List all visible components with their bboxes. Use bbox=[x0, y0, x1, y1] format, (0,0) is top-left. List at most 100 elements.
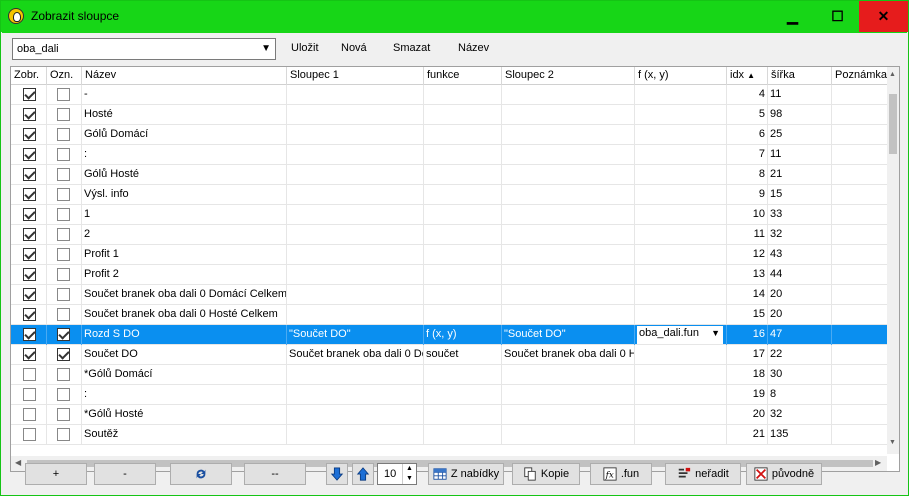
cell-idx[interactable]: 10 bbox=[727, 205, 768, 225]
cell-fxy[interactable] bbox=[635, 285, 727, 305]
cell-sirka[interactable]: 98 bbox=[768, 105, 832, 125]
cell-fxy[interactable] bbox=[635, 425, 727, 445]
delete-button[interactable]: Smazat bbox=[393, 42, 430, 54]
zobr-checkbox[interactable] bbox=[23, 268, 36, 281]
cell-idx[interactable]: 17 bbox=[727, 345, 768, 365]
cell-fn[interactable] bbox=[424, 265, 502, 285]
cell-fn[interactable] bbox=[424, 405, 502, 425]
cell-s1[interactable]: "Součet DO" bbox=[287, 325, 424, 345]
ozn-checkbox[interactable] bbox=[57, 428, 70, 441]
zobr-checkbox[interactable] bbox=[23, 428, 36, 441]
zobr-checkbox[interactable] bbox=[23, 148, 36, 161]
cell-nazev[interactable]: - bbox=[82, 85, 287, 105]
table-row[interactable]: 1 10 33 bbox=[11, 205, 899, 225]
cell-fn[interactable]: součet bbox=[424, 345, 502, 365]
cell-s2[interactable] bbox=[502, 185, 635, 205]
cell-s1[interactable] bbox=[287, 225, 424, 245]
table-row[interactable]: Soutěž 21 135 bbox=[11, 425, 899, 445]
cell-fn[interactable] bbox=[424, 185, 502, 205]
cell-sirka[interactable]: 44 bbox=[768, 265, 832, 285]
cell-idx[interactable]: 7 bbox=[727, 145, 768, 165]
zobr-checkbox[interactable] bbox=[23, 308, 36, 321]
cell-sirka[interactable]: 11 bbox=[768, 145, 832, 165]
cell-poz[interactable] bbox=[832, 165, 892, 185]
ozn-checkbox[interactable] bbox=[57, 248, 70, 261]
from-menu-button[interactable]: Z nabídky bbox=[428, 463, 504, 485]
cell-s2[interactable] bbox=[502, 245, 635, 265]
zobr-checkbox[interactable] bbox=[23, 408, 36, 421]
header-sloupec2[interactable]: Sloupec 2 bbox=[502, 67, 635, 85]
cell-s2[interactable] bbox=[502, 385, 635, 405]
header-nazev[interactable]: Název bbox=[82, 67, 287, 85]
zobr-checkbox[interactable] bbox=[23, 108, 36, 121]
ozn-checkbox[interactable] bbox=[57, 188, 70, 201]
zobr-checkbox[interactable] bbox=[23, 168, 36, 181]
table-row[interactable]: Součet DOSoučet branek oba dali 0 Domácí… bbox=[11, 345, 899, 365]
cell-fn[interactable] bbox=[424, 425, 502, 445]
table-row[interactable]: Gólů Domácí 6 25 bbox=[11, 125, 899, 145]
cell-sirka[interactable]: 20 bbox=[768, 285, 832, 305]
cell-nazev[interactable]: Gólů Domácí bbox=[82, 125, 287, 145]
cell-fxy[interactable] bbox=[635, 245, 727, 265]
cell-nazev[interactable]: Profit 2 bbox=[82, 265, 287, 285]
ozn-checkbox[interactable] bbox=[57, 88, 70, 101]
zobr-checkbox[interactable] bbox=[23, 288, 36, 301]
refresh-button[interactable] bbox=[170, 463, 232, 485]
zobr-checkbox[interactable] bbox=[23, 388, 36, 401]
cell-poz[interactable] bbox=[832, 405, 892, 425]
cell-s2[interactable] bbox=[502, 85, 635, 105]
cell-s1[interactable] bbox=[287, 185, 424, 205]
table-row[interactable]: - 4 11 bbox=[11, 85, 899, 105]
ozn-checkbox[interactable] bbox=[57, 408, 70, 421]
copy-button[interactable]: Kopie bbox=[512, 463, 580, 485]
cell-nazev[interactable]: : bbox=[82, 385, 287, 405]
cell-fn[interactable] bbox=[424, 205, 502, 225]
header-poznamka[interactable]: Poznámka bbox=[832, 67, 892, 85]
close-button[interactable]: ✕ bbox=[859, 1, 908, 32]
move-down-button[interactable] bbox=[326, 463, 348, 485]
cell-s2[interactable] bbox=[502, 365, 635, 385]
table-row[interactable]: Hosté 5 98 bbox=[11, 105, 899, 125]
cell-s1[interactable] bbox=[287, 305, 424, 325]
cell-fn[interactable] bbox=[424, 125, 502, 145]
cell-idx[interactable]: 12 bbox=[727, 245, 768, 265]
cell-fn[interactable] bbox=[424, 365, 502, 385]
ozn-checkbox[interactable] bbox=[57, 148, 70, 161]
cell-fn[interactable]: f (x, y) bbox=[424, 325, 502, 345]
rename-button[interactable]: Název bbox=[458, 42, 489, 54]
cell-nazev[interactable]: Součet branek oba dali 0 Domácí Celkem bbox=[82, 285, 287, 305]
new-button[interactable]: Nová bbox=[341, 42, 367, 54]
zobr-checkbox[interactable] bbox=[23, 88, 36, 101]
cell-sirka[interactable]: 135 bbox=[768, 425, 832, 445]
cell-idx[interactable]: 21 bbox=[727, 425, 768, 445]
title-bar[interactable]: Zobrazit sloupce ▁ ☐ ✕ bbox=[1, 1, 908, 32]
table-row[interactable]: : 19 8 bbox=[11, 385, 899, 405]
table-row[interactable]: 2 11 32 bbox=[11, 225, 899, 245]
cell-s1[interactable]: Součet branek oba dali 0 Domácí bbox=[287, 345, 424, 365]
cell-sirka[interactable]: 11 bbox=[768, 85, 832, 105]
remove-row-button[interactable]: - bbox=[94, 463, 156, 485]
table-row[interactable]: Profit 1 12 43 bbox=[11, 245, 899, 265]
cell-fxy[interactable] bbox=[635, 265, 727, 285]
cell-poz[interactable] bbox=[832, 85, 892, 105]
cell-s2[interactable] bbox=[502, 265, 635, 285]
cell-sirka[interactable]: 43 bbox=[768, 245, 832, 265]
header-sloupec1[interactable]: Sloupec 1 bbox=[287, 67, 424, 85]
no-sort-button[interactable]: neřadit bbox=[665, 463, 741, 485]
save-button[interactable]: Uložit bbox=[291, 42, 319, 54]
cell-sirka[interactable]: 21 bbox=[768, 165, 832, 185]
cell-idx[interactable]: 19 bbox=[727, 385, 768, 405]
cell-s2[interactable] bbox=[502, 105, 635, 125]
function-file-button[interactable]: fx .fun bbox=[590, 463, 652, 485]
cell-sirka[interactable]: 22 bbox=[768, 345, 832, 365]
cell-s1[interactable] bbox=[287, 365, 424, 385]
cell-poz[interactable] bbox=[832, 125, 892, 145]
cell-poz[interactable] bbox=[832, 385, 892, 405]
cell-fn[interactable] bbox=[424, 165, 502, 185]
ozn-checkbox[interactable] bbox=[57, 168, 70, 181]
cell-nazev[interactable]: Hosté bbox=[82, 105, 287, 125]
cell-sirka[interactable]: 33 bbox=[768, 205, 832, 225]
cell-poz[interactable] bbox=[832, 145, 892, 165]
cell-s1[interactable] bbox=[287, 125, 424, 145]
header-funkce[interactable]: funkce bbox=[424, 67, 502, 85]
